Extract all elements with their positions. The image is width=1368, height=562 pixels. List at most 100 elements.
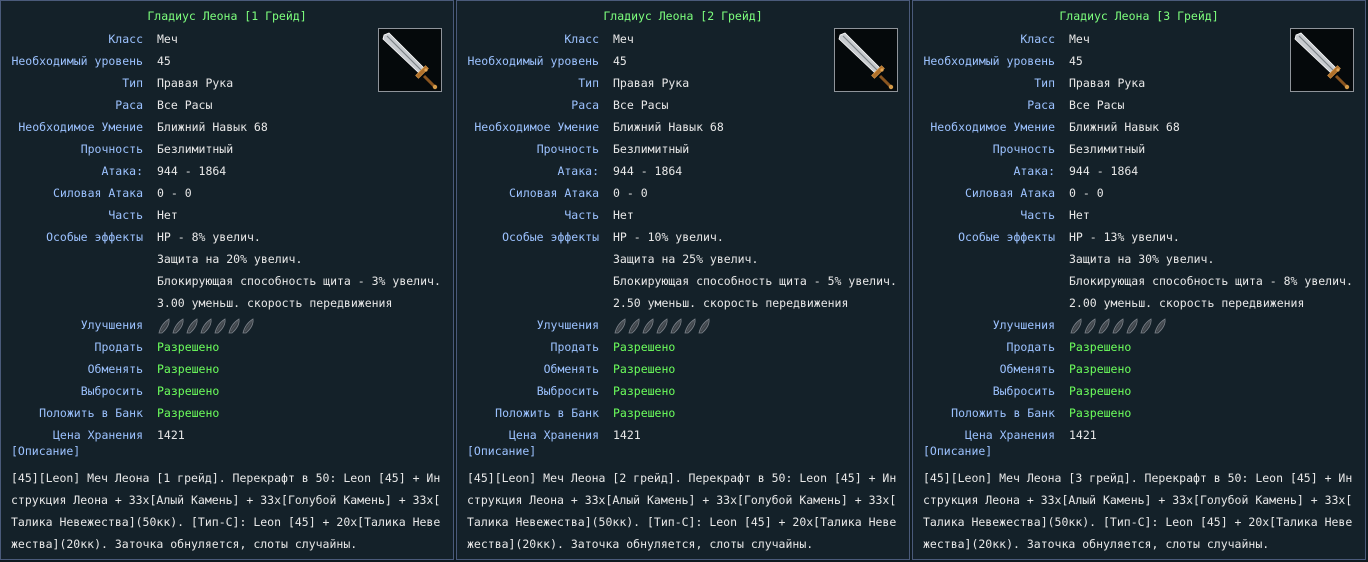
level-value: 45 (613, 54, 627, 68)
empty-upgrade-slot-icon (171, 318, 186, 334)
durability-label: Прочность (536, 142, 599, 156)
type-label: Тип (578, 76, 599, 90)
empty-upgrade-slot-icon (157, 318, 172, 334)
effect-move-speed: 2.50 уменьш. скорость передвижения (613, 296, 849, 310)
sell-label: Продать (1006, 340, 1055, 354)
class-label: Класс (108, 32, 143, 46)
trade-label: Обменять (87, 362, 143, 376)
level-label: Необходимый уровень (467, 54, 599, 68)
type-label: Тип (1034, 76, 1055, 90)
row-attack: Атака: 944 - 1864 (913, 160, 1365, 182)
description-line: Талика Невежества](50кк). [Тип-C]: Leon … (923, 515, 1353, 529)
sell-value: Разрешено (157, 340, 220, 354)
level-label: Необходимый уровень (923, 54, 1055, 68)
part-label: Часть (564, 208, 599, 222)
row-effects: Особые эффекты HP - 10% увелич. (457, 226, 909, 248)
effect-shield-block: Блокирующая способность щита - 8% увелич… (1069, 274, 1353, 288)
race-value: Все Расы (157, 98, 213, 112)
row-part: Часть Нет (1, 204, 453, 226)
effects-label: Особые эффекты (958, 230, 1055, 244)
durability-value: Безлимитный (1069, 142, 1146, 156)
storage-label: Цена Хранения (964, 428, 1055, 442)
effect-shield-block: Блокирующая способность щита - 5% увелич… (613, 274, 897, 288)
attack-label: Атака: (557, 164, 599, 178)
skill-label: Необходимое Умение (930, 120, 1055, 134)
description-line: Талика Невежества](50кк). [Тип-C]: Leon … (467, 515, 897, 529)
effect-defense: Защита на 30% увелич. (1069, 252, 1215, 266)
bank-value: Разрешено (613, 406, 676, 420)
row-level: Необходимый уровень 45 (913, 50, 1365, 72)
drop-label: Выбросить (80, 384, 143, 398)
storage-label: Цена Хранения (508, 428, 599, 442)
upgrade-slots (613, 318, 711, 334)
attack-label: Атака: (101, 164, 143, 178)
trade-value: Разрешено (613, 362, 676, 376)
row-drop: Выбросить Разрешено (1, 380, 453, 402)
row-effects: Особые эффекты HP - 13% увелич. (913, 226, 1365, 248)
effect-hp: HP - 8% увелич. (157, 230, 261, 244)
sell-label: Продать (550, 340, 599, 354)
row-effect-block: Блокирующая способность щита - 5% увелич… (457, 270, 909, 292)
row-skill: Необходимое Умение Ближний Навык 68 (457, 116, 909, 138)
row-sell: Продать Разрешено (913, 336, 1365, 358)
force-attack-value: 0 - 0 (613, 186, 648, 200)
type-value: Правая Рука (1069, 76, 1146, 90)
description-line: [45][Leon] Меч Леона [2 грейд]. Перекраф… (467, 471, 897, 485)
force-attack-value: 0 - 0 (157, 186, 192, 200)
row-effect-defense: Защита на 20% увелич. (1, 248, 453, 270)
type-value: Правая Рука (157, 76, 234, 90)
part-label: Часть (108, 208, 143, 222)
row-type: Тип Правая Рука (457, 72, 909, 94)
bank-label: Положить в Банк (951, 406, 1055, 420)
description-header: [Описание] (467, 444, 537, 458)
storage-label: Цена Хранения (52, 428, 143, 442)
description-line: жества](20кк). Заточка обнуляется, слоты… (923, 537, 1270, 551)
empty-upgrade-slot-icon (213, 318, 228, 334)
row-force-attack: Силовая Атака 0 - 0 (457, 182, 909, 204)
class-label: Класс (1020, 32, 1055, 46)
row-durability: Прочность Безлимитный (457, 138, 909, 160)
force-attack-label: Силовая Атака (964, 186, 1055, 200)
empty-upgrade-slot-icon (697, 318, 712, 334)
description-text: [45][Leon] Меч Леона [1 грейд]. Перекраф… (11, 467, 451, 555)
durability-value: Безлимитный (613, 142, 690, 156)
class-value: Меч (1069, 32, 1090, 46)
effect-shield-block: Блокирующая способность щита - 3% увелич… (157, 274, 441, 288)
row-skill: Необходимое Умение Ближний Навык 68 (1, 116, 453, 138)
item-tooltip-panel-3: Гладиус Леона [3 Грейд] Класс Меч Необхо… (912, 0, 1366, 560)
row-race: Раса Все Расы (913, 94, 1365, 116)
upgrade-slots (157, 318, 255, 334)
upgrade-slots (1069, 318, 1167, 334)
row-effects: Особые эффекты HP - 8% увелич. (1, 226, 453, 248)
row-bank: Положить в Банк Разрешено (457, 402, 909, 424)
empty-upgrade-slot-icon (241, 318, 256, 334)
row-storage: Цена Хранения 1421 (913, 424, 1365, 446)
empty-upgrade-slot-icon (641, 318, 656, 334)
force-attack-label: Силовая Атака (52, 186, 143, 200)
type-value: Правая Рука (613, 76, 690, 90)
row-bank: Положить в Банк Разрешено (913, 402, 1365, 424)
effect-hp: HP - 13% увелич. (1069, 230, 1180, 244)
description-header: [Описание] (923, 444, 993, 458)
empty-upgrade-slot-icon (683, 318, 698, 334)
durability-label: Прочность (80, 142, 143, 156)
effect-hp: HP - 10% увелич. (613, 230, 724, 244)
row-type: Тип Правая Рука (1, 72, 453, 94)
part-value: Нет (613, 208, 634, 222)
row-trade: Обменять Разрешено (457, 358, 909, 380)
row-force-attack: Силовая Атака 0 - 0 (1, 182, 453, 204)
description-text: [45][Leon] Меч Леона [2 грейд]. Перекраф… (467, 467, 907, 555)
row-sell: Продать Разрешено (457, 336, 909, 358)
attack-label: Атака: (1013, 164, 1055, 178)
row-upgrades: Улучшения (457, 314, 909, 336)
attack-value: 944 - 1864 (1069, 164, 1139, 178)
description-line: струкция Леона + 33x[Алый Камень] + 33x[… (11, 493, 441, 507)
part-value: Нет (1069, 208, 1090, 222)
drop-value: Разрешено (157, 384, 220, 398)
item-tooltip-panel-2: Гладиус Леона [2 Грейд] Класс Меч Необхо… (456, 0, 910, 560)
empty-upgrade-slot-icon (613, 318, 628, 334)
row-attack: Атака: 944 - 1864 (1, 160, 453, 182)
bank-value: Разрешено (1069, 406, 1132, 420)
sell-value: Разрешено (1069, 340, 1132, 354)
level-value: 45 (1069, 54, 1083, 68)
